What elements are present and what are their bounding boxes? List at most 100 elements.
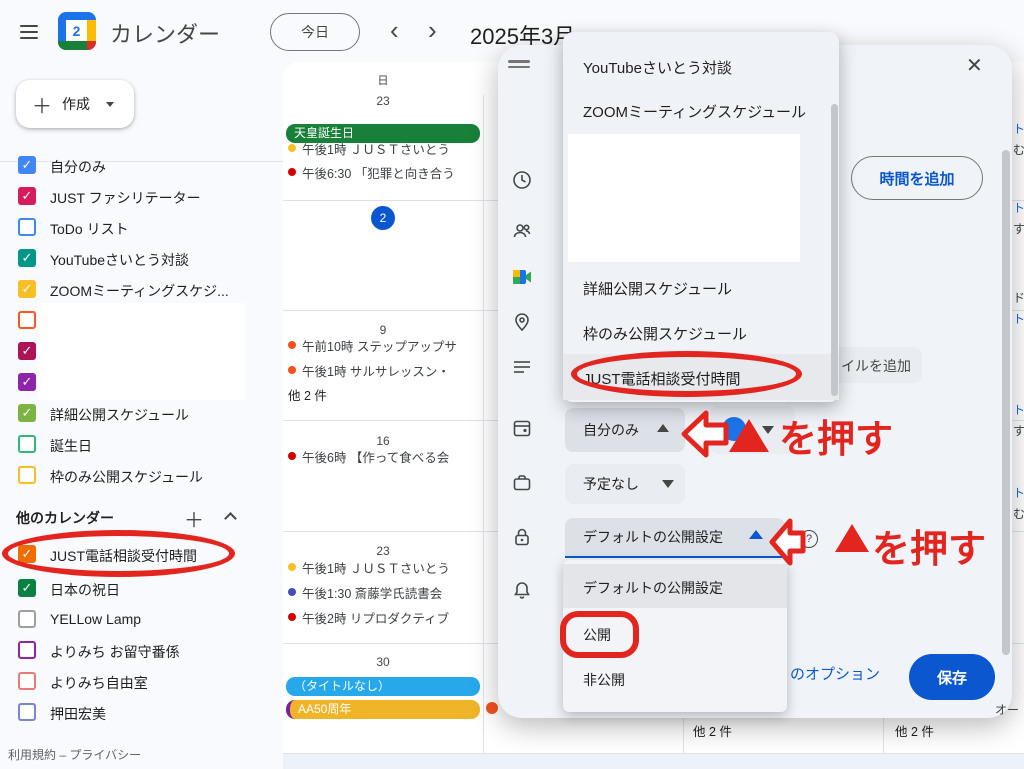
calendar-list-item[interactable]: ✓ ZOOMミーティングスケジ... (0, 274, 283, 304)
event-dot (288, 341, 296, 349)
event-title-fragment: ト一 (1013, 401, 1024, 418)
calendar-checkbox[interactable] (18, 435, 36, 453)
event-title: 午後2時 リプロダクティブ (302, 608, 449, 626)
busy-select-value: 予定なし (583, 474, 639, 494)
calendar-list-item[interactable]: ✓自分のみ (0, 150, 283, 180)
calendar-list-item[interactable]: ✓ 日本の祝日 (0, 573, 283, 603)
event-dot (288, 144, 296, 152)
chevron-down-icon (106, 102, 114, 107)
calendar-list-item[interactable]: ✓YouTubeさいとう対談 (0, 243, 283, 273)
terms-privacy-links[interactable]: 利用規約 – プライバシー (8, 746, 141, 763)
event-dot (288, 366, 296, 374)
calendar-label: 枠のみ公開スケジュール (50, 467, 203, 487)
date-number[interactable]: 23 (333, 544, 433, 558)
guests-icon (512, 221, 532, 246)
calendar-checkbox[interactable]: ✓ (18, 249, 36, 267)
drag-handle[interactable] (508, 57, 530, 71)
calendar-list-item[interactable]: よりみち自由室 (0, 666, 283, 696)
calendar-label: 詳細公開スケジュール (50, 405, 189, 425)
caret-up-icon[interactable] (657, 424, 669, 432)
hamburger-menu-icon[interactable] (16, 17, 42, 47)
calendar-list-item[interactable]: ✓ 詳細公開スケジュール (0, 398, 283, 428)
calendar-list-item[interactable]: YELLow Lamp (0, 604, 283, 634)
calendar-list-item[interactable]: 枠のみ公開スケジュール (0, 460, 283, 490)
event-banner[interactable]: AA50周年 (286, 700, 480, 719)
today-button[interactable]: 今日 (270, 13, 360, 51)
event-title-fragment: す (1013, 220, 1024, 237)
event-dot (288, 613, 296, 621)
logo-day-number: 2 (66, 20, 87, 41)
dropdown-item[interactable]: 詳細公開スケジュール (583, 278, 732, 299)
event-item[interactable]: 午前10時 ステップアップサ (288, 336, 481, 354)
close-icon[interactable]: ✕ (966, 53, 983, 78)
calendar-list-item[interactable]: ToDo リスト (0, 212, 283, 242)
menu-item[interactable]: デフォルトの公開設定 (583, 578, 723, 598)
chevron-down-icon[interactable] (662, 480, 674, 488)
location-icon (512, 312, 532, 337)
calendar-checkbox[interactable] (18, 311, 36, 329)
caret-up-icon[interactable] (749, 530, 763, 539)
app-title: カレンダー (110, 17, 220, 49)
calendar-checkbox[interactable]: ✓ (18, 373, 36, 391)
calendar-label: 日本の祝日 (50, 580, 120, 600)
event-item[interactable]: 午後2時 リプロダクティブ (288, 608, 481, 626)
day-divider (483, 95, 484, 753)
dialog-scrollbar[interactable] (1002, 150, 1010, 655)
today-date-circle[interactable]: 2 (371, 206, 395, 230)
calendar-checkbox[interactable] (18, 672, 36, 690)
weekday-header: 日 (333, 72, 433, 88)
event-title-fragment: ト一 (1013, 310, 1024, 327)
add-time-button[interactable]: 時間を追加 (851, 156, 983, 200)
clock-icon (512, 170, 532, 195)
visibility-select-value: デフォルトの公開設定 (583, 527, 723, 547)
more-events-link[interactable]: 他 2 件 (895, 721, 934, 740)
event-item[interactable]: 午後6時 【作って食べる会 (288, 447, 481, 465)
calendar-label: 押田宏美 (50, 704, 106, 724)
calendar-list-item[interactable]: 誕生日 (0, 429, 283, 459)
date-number[interactable]: 9 (333, 323, 433, 337)
more-options-link[interactable]: のオプション (790, 663, 880, 684)
event-title: 午後6時 【作って食べる会 (302, 447, 449, 465)
event-item[interactable]: 午後1:30 斎藤学氏読書会 (288, 583, 481, 601)
date-number[interactable]: 23 (333, 94, 433, 108)
menu-item[interactable]: 非公開 (583, 670, 625, 690)
event-item[interactable]: 午後1時 ＪＵＳＴさいとう (288, 139, 481, 157)
calendar-checkbox[interactable]: ✓ (18, 342, 36, 360)
chevron-left-icon[interactable]: ‹ (390, 18, 399, 42)
event-title: 午後1時 ＪＵＳＴさいとう (302, 139, 450, 157)
more-events-link[interactable]: 他 2 件 (693, 721, 732, 740)
calendar-checkbox[interactable] (18, 641, 36, 659)
calendar-list-item[interactable]: よりみち お留守番係 (0, 635, 283, 665)
calendar-checkbox[interactable]: ✓ (18, 579, 36, 597)
calendar-checkbox[interactable] (18, 610, 36, 628)
create-button[interactable]: ＋ 作成 (16, 80, 134, 128)
add-calendar-icon[interactable]: ＋ (184, 504, 204, 533)
calendar-checkbox[interactable] (18, 703, 36, 721)
dropdown-item[interactable]: ZOOMミーティングスケジュール (583, 101, 806, 122)
calendar-label: ZOOMミーティングスケジ... (50, 281, 229, 301)
calendar-icon (512, 418, 532, 443)
event-item[interactable]: 午後6:30 「犯罪と向き合う (288, 163, 481, 181)
calendar-checkbox[interactable]: ✓ (18, 404, 36, 422)
calendar-list-item[interactable]: ✓JUST ファシリテーター (0, 181, 283, 211)
calendar-checkbox[interactable]: ✓ (18, 280, 36, 298)
calendar-checkbox[interactable] (18, 218, 36, 236)
save-button[interactable]: 保存 (909, 654, 995, 700)
dropdown-item[interactable]: YouTubeさいとう対談 (583, 57, 732, 78)
calendar-checkbox[interactable]: ✓ (18, 156, 36, 174)
more-events-link[interactable]: 他 2 件 (288, 385, 327, 404)
calendar-list-item[interactable]: 押田宏美 (0, 697, 283, 727)
event-item[interactable]: 午後1時 ＪＵＳＴさいとう (288, 558, 481, 576)
calendar-checkbox[interactable]: ✓ (18, 187, 36, 205)
event-item[interactable]: 午後1時 サルサレッスン・ (288, 361, 481, 379)
dropdown-scrollbar[interactable] (831, 104, 838, 396)
event-banner[interactable]: （タイトルなし） (286, 677, 480, 696)
calendar-checkbox[interactable] (18, 466, 36, 484)
date-number[interactable]: 30 (333, 655, 433, 669)
date-number[interactable]: 16 (333, 434, 433, 448)
next-week-strip (283, 754, 1024, 769)
chevron-right-icon[interactable]: › (428, 18, 437, 42)
dropdown-item[interactable]: 枠のみ公開スケジュール (583, 323, 747, 344)
annotation-press-text-2: を押す (872, 518, 986, 573)
calendar-label: よりみち自由室 (50, 673, 148, 693)
